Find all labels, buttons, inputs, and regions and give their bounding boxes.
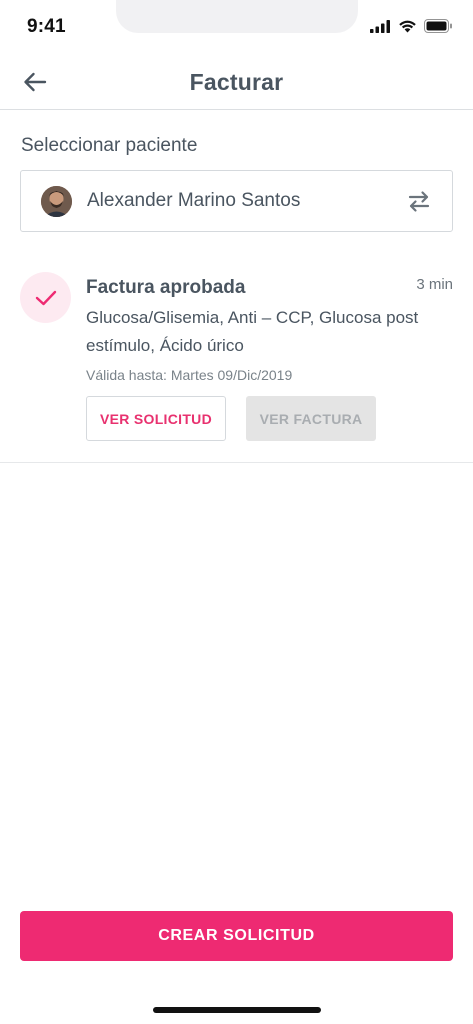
invoice-valid-until: Válida hasta: Martes 09/Dic/2019	[86, 367, 293, 383]
status-icons	[370, 18, 453, 34]
view-invoice-button[interactable]: VER FACTURA	[246, 396, 376, 441]
avatar-image	[41, 186, 72, 217]
swap-arrows-icon[interactable]	[406, 189, 432, 213]
view-request-button[interactable]: VER SOLICITUD	[86, 396, 226, 441]
patient-name: Alexander Marino Santos	[87, 190, 301, 211]
nav-bar: Facturar	[0, 52, 473, 110]
invoice-title: Factura aprobada	[86, 277, 246, 298]
invoice-list-item: Factura aprobada 3 min Glucosa/Glisemia,…	[0, 255, 473, 463]
check-icon	[35, 290, 56, 305]
patient-selector[interactable]: Alexander Marino Santos	[20, 170, 453, 232]
device-notch	[116, 0, 358, 33]
approved-status-badge	[20, 272, 71, 323]
status-bar: 9:41	[0, 0, 473, 52]
battery-icon	[424, 19, 452, 33]
patient-section-label: Seleccionar paciente	[21, 135, 198, 156]
signal-icon	[370, 19, 390, 33]
home-indicator	[153, 1007, 321, 1013]
invoice-timestamp: 3 min	[416, 276, 453, 293]
avatar	[41, 186, 72, 217]
wifi-icon	[399, 20, 416, 33]
invoice-description: Glucosa/Glisemia, Anti – CCP, Glucosa po…	[86, 308, 419, 355]
page-title: Facturar	[189, 69, 284, 95]
status-time: 9:41	[27, 16, 66, 37]
create-request-button[interactable]: CREAR SOLICITUD	[20, 911, 453, 961]
